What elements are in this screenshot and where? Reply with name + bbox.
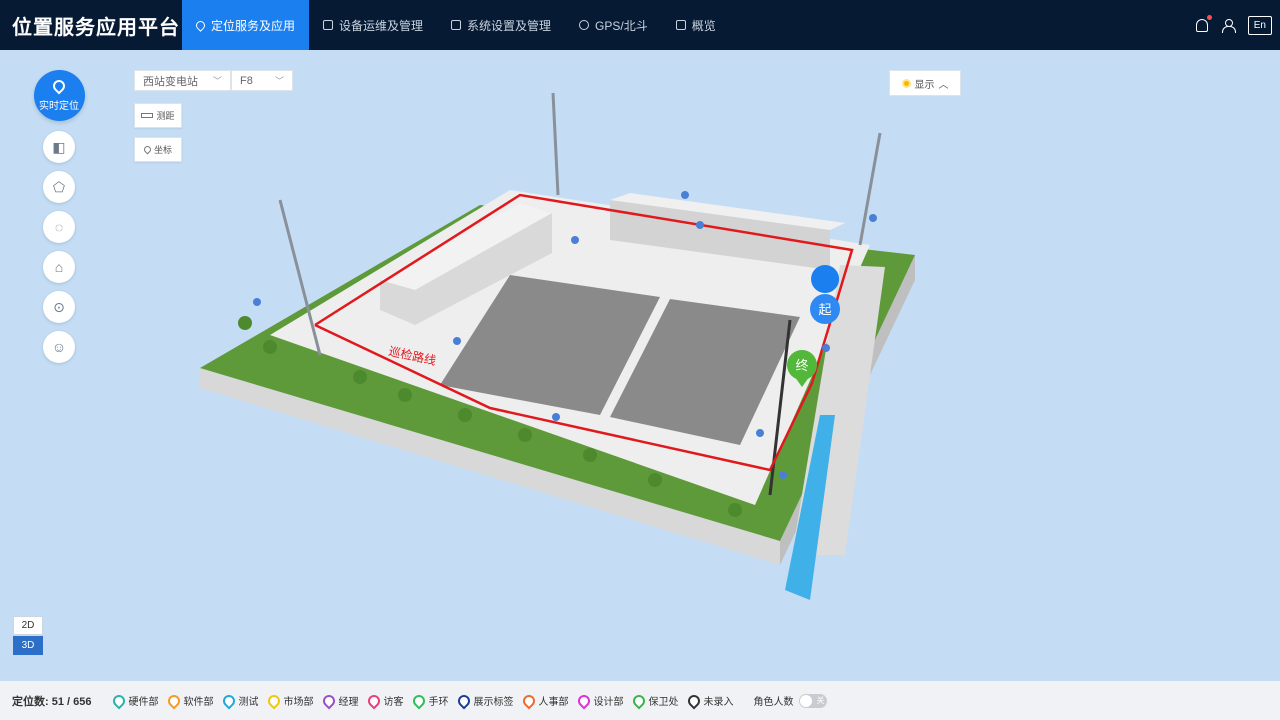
start-label: 起 bbox=[818, 303, 831, 318]
location-count: 定位数: 51 / 656 bbox=[12, 695, 92, 708]
legend-label: 测试 bbox=[238, 697, 259, 708]
legend: 硬件部 软件部 测试 市场部 经理 访客 手环 展示标签 人事部 设计部 保卫处 未录入 bbox=[110, 692, 734, 709]
legend-item[interactable]: 硬件部 bbox=[110, 692, 159, 709]
nav-label: 设备运维及管理 bbox=[339, 18, 424, 33]
legend-label: 人事部 bbox=[538, 697, 569, 708]
legend-item[interactable]: 未录入 bbox=[685, 692, 734, 709]
nav-label: 定位服务及应用 bbox=[211, 18, 296, 33]
ruler-icon bbox=[141, 113, 154, 118]
user-icon[interactable] bbox=[1221, 18, 1236, 33]
camera-icon: ◧ bbox=[52, 138, 66, 155]
legend-item[interactable]: 市场部 bbox=[265, 692, 314, 709]
main-nav: 定位服务及应用 设备运维及管理 系统设置及管理 GPS/北斗 概览 bbox=[182, 0, 730, 50]
legend-item[interactable]: 经理 bbox=[320, 692, 359, 709]
satellite-icon bbox=[579, 20, 590, 30]
legend-label: 展示标签 bbox=[473, 697, 514, 708]
role-label: 角色人数 bbox=[753, 697, 794, 708]
nav-label: 系统设置及管理 bbox=[467, 18, 552, 33]
location-icon bbox=[142, 144, 153, 155]
settings-icon bbox=[451, 20, 462, 30]
legend-label: 访客 bbox=[383, 697, 404, 708]
marker-pin-icon bbox=[265, 692, 283, 709]
language-button[interactable]: En bbox=[1247, 15, 1272, 35]
nav-gps[interactable]: GPS/北斗 bbox=[565, 0, 662, 50]
device-icon bbox=[323, 20, 334, 30]
marker-pin-icon bbox=[410, 692, 428, 709]
nav-location-service[interactable]: 定位服务及应用 bbox=[182, 0, 310, 50]
alarm-button[interactable]: ⌂ bbox=[43, 251, 75, 283]
legend-label: 手环 bbox=[428, 697, 449, 708]
tower-back bbox=[551, 92, 560, 196]
marker-pin-icon bbox=[220, 692, 238, 709]
legend-label: 市场部 bbox=[283, 697, 314, 708]
track-button[interactable]: ◌ bbox=[43, 211, 75, 243]
location-icon bbox=[194, 18, 207, 32]
bottom-bar: 定位数: 51 / 656 硬件部 软件部 测试 市场部 经理 访客 手环 展示标签 人事部 设计… bbox=[0, 681, 1280, 720]
camera-button[interactable]: ◧ bbox=[43, 131, 75, 163]
legend-item[interactable]: 设计部 bbox=[575, 692, 624, 709]
area-icon: ⬠ bbox=[52, 178, 66, 195]
top-bar: 位置服务应用平台 定位服务及应用 设备运维及管理 系统设置及管理 GPS/北斗 … bbox=[0, 0, 1280, 50]
marker-pin-icon bbox=[520, 692, 538, 709]
fence-icon: ⊙ bbox=[53, 298, 65, 315]
person-icon: ☺ bbox=[51, 339, 67, 355]
legend-label: 未录入 bbox=[703, 697, 734, 708]
substation-3d-scene[interactable]: 巡检路线 起 终 bbox=[180, 85, 920, 630]
legend-label: 保卫处 bbox=[648, 697, 679, 708]
app-title: 位置服务应用平台 bbox=[12, 16, 180, 39]
role-count-toggle[interactable]: 角色人数 关 bbox=[753, 693, 828, 708]
view-2d-button[interactable]: 2D bbox=[13, 616, 43, 635]
tool-column: 实时定位 ◧ ⬠ ◌ ⌂ ⊙ ☺ bbox=[33, 70, 85, 367]
marker-pin-icon bbox=[630, 692, 648, 709]
nav-label: 概览 bbox=[691, 18, 716, 33]
measure-button[interactable]: 测距 bbox=[134, 103, 182, 128]
legend-item[interactable]: 保卫处 bbox=[630, 692, 679, 709]
legend-label: 硬件部 bbox=[128, 697, 159, 708]
marker-pin-icon bbox=[320, 692, 338, 709]
tool-main-label: 实时定位 bbox=[39, 100, 79, 112]
coordinate-label: 坐标 bbox=[153, 145, 172, 155]
measure-label: 测距 bbox=[156, 111, 175, 121]
legend-item[interactable]: 访客 bbox=[365, 692, 404, 709]
coordinate-button[interactable]: 坐标 bbox=[134, 137, 182, 162]
chevron-up-icon: ︿ bbox=[938, 79, 949, 91]
bell-icon[interactable] bbox=[1195, 14, 1212, 32]
legend-label: 经理 bbox=[338, 697, 359, 708]
legend-item[interactable]: 人事部 bbox=[520, 692, 569, 709]
area-button[interactable]: ⬠ bbox=[43, 171, 75, 203]
marker-pin-icon bbox=[575, 692, 593, 709]
toggle-label: 关 bbox=[816, 695, 825, 705]
marker-pin-icon bbox=[365, 692, 383, 709]
marker-pin-icon bbox=[685, 692, 703, 709]
person-button[interactable]: ☺ bbox=[43, 331, 75, 363]
end-label: 终 bbox=[795, 358, 808, 374]
legend-label: 设计部 bbox=[593, 697, 624, 708]
marker-pin-icon bbox=[165, 692, 183, 709]
overview-icon bbox=[675, 20, 686, 30]
legend-item[interactable]: 测试 bbox=[220, 692, 259, 709]
legend-item[interactable]: 手环 bbox=[410, 692, 449, 709]
realtime-location-button[interactable]: 实时定位 bbox=[33, 70, 85, 121]
legend-item[interactable]: 展示标签 bbox=[455, 692, 514, 709]
track-icon: ◌ bbox=[54, 219, 64, 235]
top-right-actions: En bbox=[1195, 0, 1280, 50]
nav-label: GPS/北斗 bbox=[595, 18, 648, 33]
location-icon bbox=[50, 77, 68, 94]
marker-pin-icon bbox=[455, 692, 473, 709]
nav-overview[interactable]: 概览 bbox=[662, 0, 730, 50]
legend-item[interactable]: 软件部 bbox=[165, 692, 214, 709]
role-toggle-switch[interactable]: 关 bbox=[799, 693, 828, 708]
alarm-icon: ⌂ bbox=[54, 259, 64, 275]
legend-label: 软件部 bbox=[183, 697, 214, 708]
tower-right bbox=[858, 132, 882, 246]
nav-system-settings[interactable]: 系统设置及管理 bbox=[437, 0, 565, 50]
marker-pin-icon bbox=[110, 692, 128, 709]
nav-device-ops[interactable]: 设备运维及管理 bbox=[309, 0, 437, 50]
view-3d-button[interactable]: 3D bbox=[13, 636, 43, 655]
fence-button[interactable]: ⊙ bbox=[43, 291, 75, 323]
